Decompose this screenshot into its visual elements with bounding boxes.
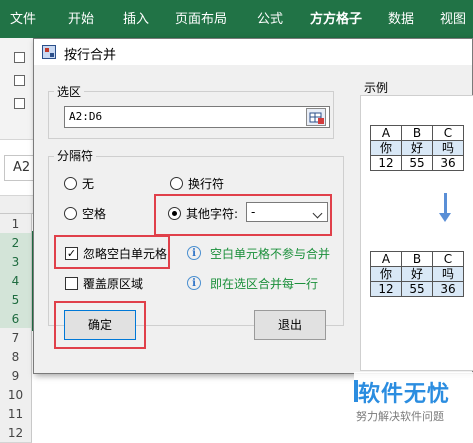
row-header[interactable]: 2 (0, 233, 32, 253)
row-header[interactable]: 6 (0, 309, 32, 329)
row-header[interactable]: 1 (0, 214, 32, 234)
blank-hint-text: 空白单元格不参与合并 (210, 247, 331, 261)
tab-fangfang-gezi[interactable]: 方方格子 (310, 8, 362, 27)
radio-none-label: 无 (82, 177, 95, 191)
overwrite-checkbox[interactable] (65, 277, 78, 290)
selection-range-input[interactable]: A2:D6 (64, 106, 330, 128)
ignore-blank-label: 忽略空白单元格 (83, 247, 168, 261)
info-icon: i (187, 246, 201, 260)
watermark-subtitle: 努力解决软件问题 (356, 410, 444, 423)
separator-group-label: 分隔符 (54, 147, 97, 164)
ignore-blank-checkbox[interactable]: ✓ (65, 247, 78, 260)
watermark-title: 软件无忧 (358, 382, 451, 407)
name-box[interactable]: A2 (4, 155, 34, 181)
exit-button[interactable]: 退出 (254, 310, 326, 340)
tab-formulas[interactable]: 公式 (257, 8, 283, 27)
row-header[interactable]: 7 (0, 328, 32, 348)
arrow-down-icon (444, 193, 447, 215)
tab-home[interactable]: 开始 (68, 8, 94, 27)
excel-ribbon-tabs: 文件 开始 插入 页面布局 公式 方方格子 数据 视图 (0, 0, 473, 38)
merge-rows-dialog: 按行合并 选区 A2:D6 分隔符 无 换行符 空格 其他字符: - ✓ 忽略空… (33, 38, 473, 374)
ok-button[interactable]: 确定 (64, 310, 136, 340)
row-header[interactable]: 3 (0, 252, 32, 272)
ribbon-checkbox[interactable] (14, 98, 25, 109)
radio-other[interactable] (168, 207, 181, 220)
row-header[interactable]: 11 (0, 404, 32, 424)
ribbon-checkbox[interactable] (14, 52, 25, 63)
overwrite-label: 覆盖原区域 (83, 277, 144, 291)
radio-newline[interactable] (170, 177, 183, 190)
ribbon-checkbox[interactable] (14, 75, 25, 86)
arrow-down-icon (439, 213, 451, 222)
tab-data[interactable]: 数据 (388, 8, 414, 27)
radio-space-label: 空格 (82, 207, 107, 221)
row-header[interactable]: 10 (0, 385, 32, 405)
range-picker-button[interactable] (306, 108, 326, 126)
example-label: 示例 (364, 81, 389, 95)
tab-file[interactable]: 文件 (10, 8, 36, 27)
example-table-after: A B C 你 好 吗 12 55 36 (370, 251, 464, 297)
other-char-value: - (251, 205, 256, 219)
row-header[interactable]: 8 (0, 347, 32, 367)
tab-insert[interactable]: 插入 (123, 8, 149, 27)
row-header[interactable]: 5 (0, 290, 32, 310)
range-picker-icon (309, 112, 324, 124)
radio-none[interactable] (64, 177, 77, 190)
tab-page-layout[interactable]: 页面布局 (175, 8, 227, 27)
dialog-titlebar[interactable]: 按行合并 (34, 39, 472, 65)
row-header[interactable]: 12 (0, 423, 32, 443)
radio-newline-label: 换行符 (188, 177, 225, 191)
row-header[interactable]: 9 (0, 366, 32, 386)
example-table-before: A B C 你 好 吗 12 55 36 (370, 125, 464, 171)
chevron-down-icon (312, 208, 323, 219)
info-icon: i (187, 276, 201, 290)
dialog-title: 按行合并 (64, 48, 117, 63)
row-header[interactable]: 4 (0, 271, 32, 291)
other-char-select[interactable]: - (246, 202, 328, 222)
tab-view[interactable]: 视图 (440, 8, 466, 27)
merge-hint-text: 即在选区合并每一行 (210, 277, 319, 291)
app-icon (42, 45, 56, 59)
selection-group-label: 选区 (54, 83, 85, 100)
radio-other-label: 其他字符: (186, 207, 239, 221)
radio-space[interactable] (64, 207, 77, 220)
